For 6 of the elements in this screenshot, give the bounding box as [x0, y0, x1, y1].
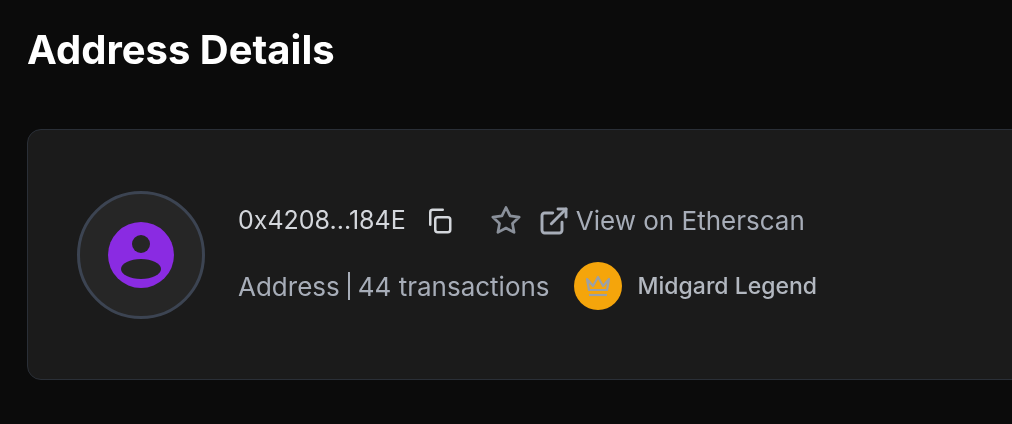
badge-label: Midgard Legend	[637, 270, 818, 302]
page-title: Address Details	[27, 24, 335, 76]
address-type: Address	[238, 269, 340, 304]
etherscan-link[interactable]: View on Etherscan	[537, 201, 805, 240]
transaction-count: 44 transactions	[357, 269, 550, 304]
address-hash: 0x4208...184E	[238, 203, 406, 237]
